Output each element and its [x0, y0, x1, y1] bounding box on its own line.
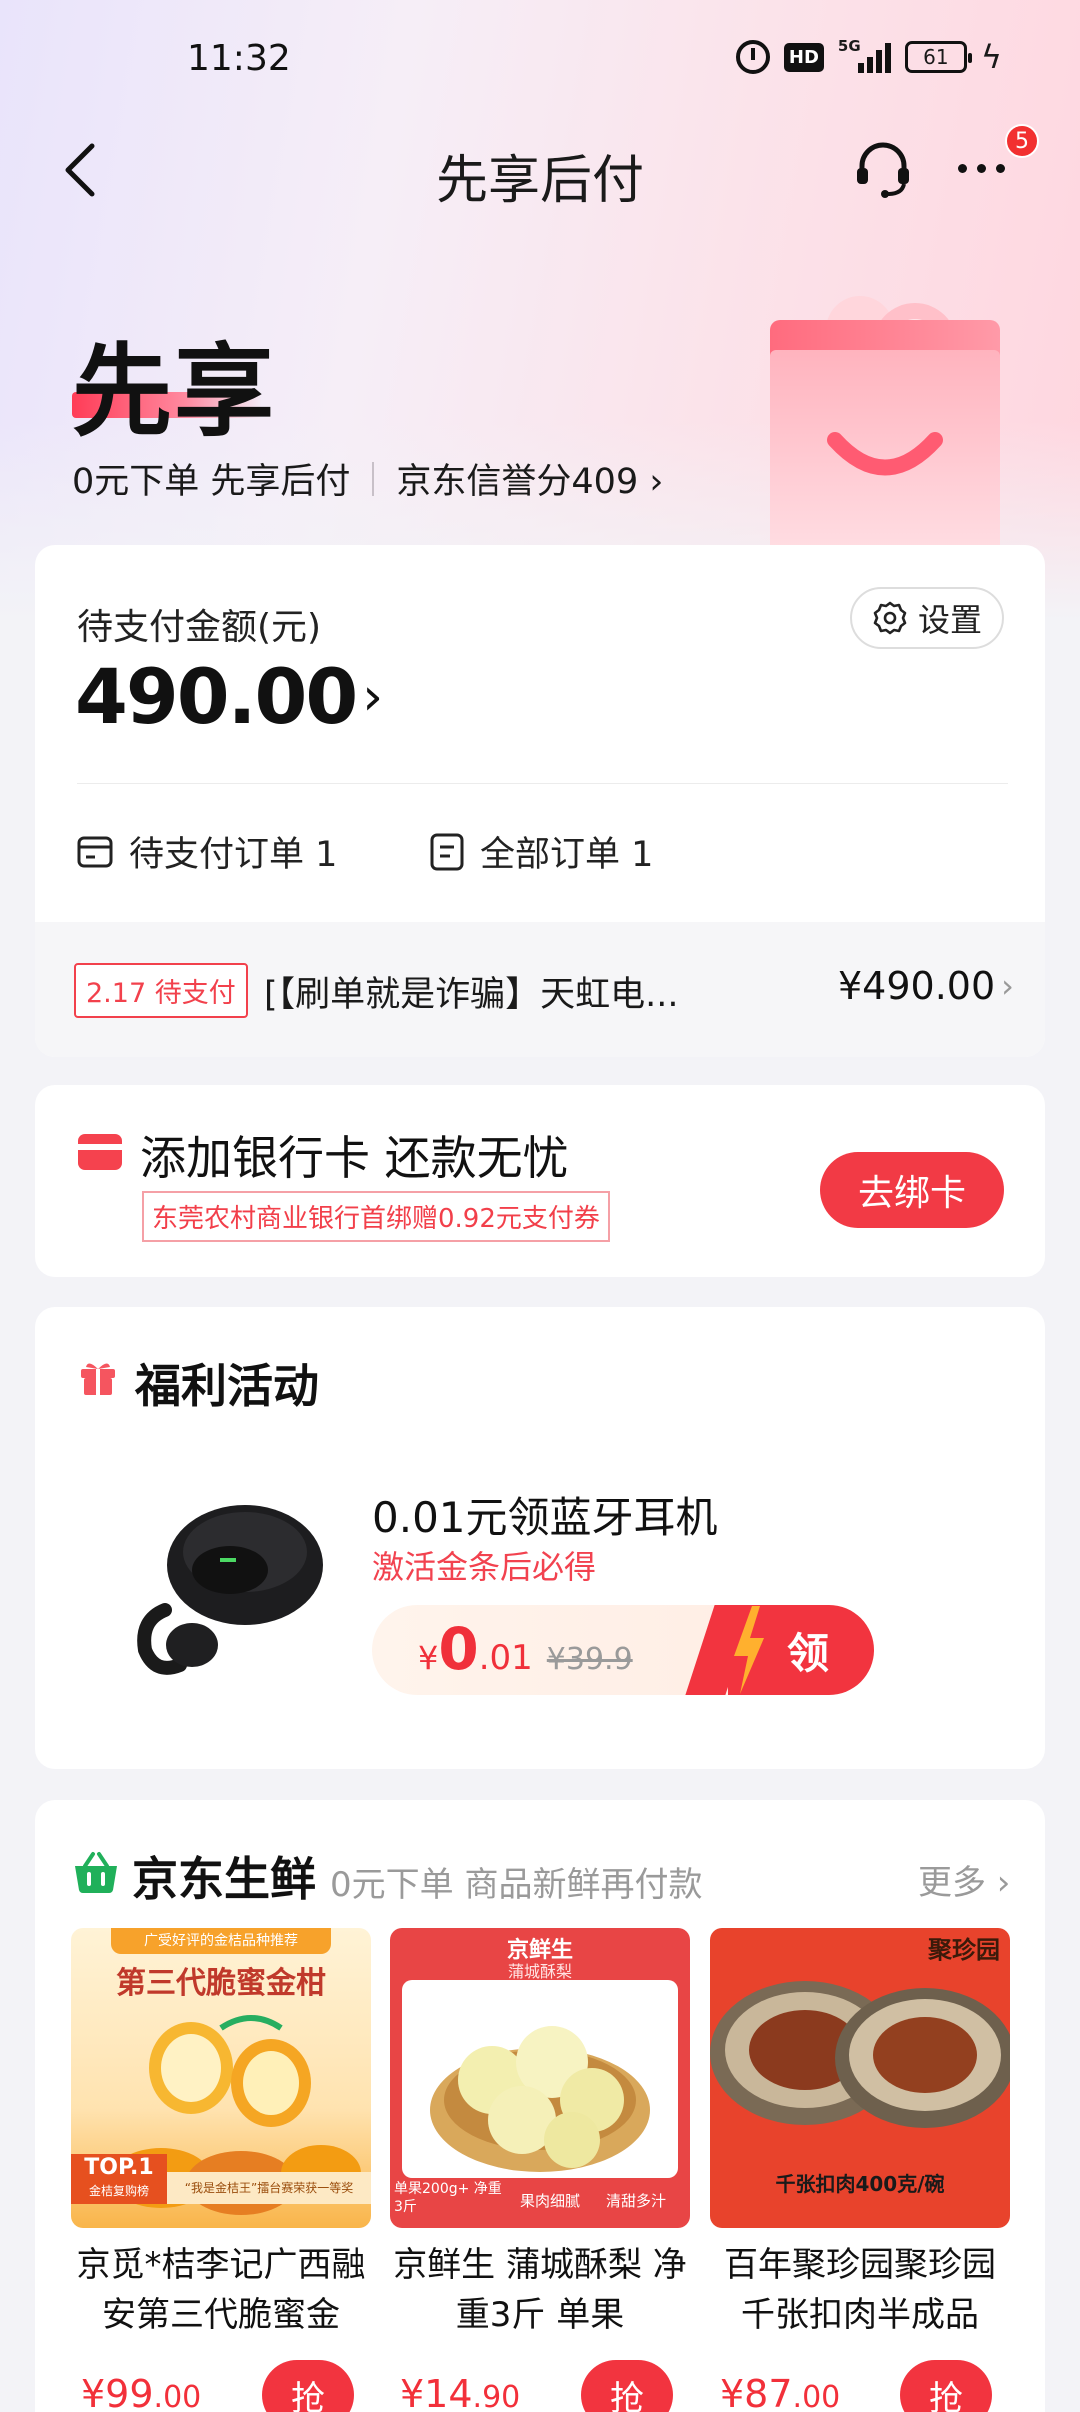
product-name: 京觅*桔李记广西融安第三代脆蜜金桔... [76, 2245, 366, 2335]
bank-title: 添加银行卡 还款无忧 [140, 1131, 569, 1185]
status-time: 11:32 [187, 38, 291, 79]
image-tag: 果肉细腻 [520, 2192, 581, 2210]
product-price: ¥14.90 [400, 2372, 521, 2412]
divider [372, 461, 375, 496]
bank-card-icon [78, 1134, 122, 1170]
lightning-icon [734, 1606, 764, 1694]
pending-amount-label: 待支付金额(元) [77, 607, 322, 648]
product-price: ¥87.00 [720, 2372, 841, 2412]
product-card[interactable]: 京鲜生 蒲城酥梨 单果200g+ 净重3斤 果肉细腻 清甜多汁 京鲜生 蒲城酥梨… [390, 1928, 690, 2340]
signal-icon: 5G [838, 37, 891, 73]
welfare-item-name[interactable]: 0.01元领蓝牙耳机 [372, 1484, 718, 1545]
settings-label: 设置 [917, 601, 982, 639]
welfare-price-int: 0 [438, 1615, 479, 1683]
pending-amount-value: 490.00 [75, 652, 358, 741]
buy-button[interactable]: 抢 [900, 2360, 992, 2412]
gift-icon [81, 1363, 115, 1395]
earbuds-product-image[interactable] [120, 1470, 335, 1695]
network-label: 5G [837, 37, 861, 55]
image-title: 蒲城酥梨 [507, 1962, 572, 1981]
chevron-right-icon: › [362, 666, 383, 727]
credit-score-link[interactable]: 京东信誉分409 › [396, 453, 663, 504]
product-card[interactable]: 广受好评的金桔品种推荐 第三代脆蜜金柑 TOP.1 金桔复购榜 “我是金桔王”擂… [71, 1928, 371, 2340]
product-name: 京鲜生 蒲城酥梨 净重3斤 单果200g+... [393, 2245, 687, 2335]
welfare-original-price: ¥39.9 [546, 1642, 633, 1677]
pear-illustration [430, 2026, 650, 2172]
welfare-price-dec: .01 [478, 1638, 533, 1678]
pending-amount[interactable]: 490.00 › [75, 652, 383, 741]
bind-card-button[interactable]: 去绑卡 [820, 1152, 1004, 1228]
product-image-pork[interactable]: 聚珍园 千张扣肉400克/碗 [710, 1928, 1010, 2228]
product-price: ¥99.00 [81, 2372, 202, 2412]
charging-icon: ϟ [980, 38, 1002, 76]
bank-coupon-tag: 东莞农村商业银行首绑赠0.92元支付券 [142, 1191, 610, 1242]
image-tag: 单果200g+ 净重3斤 [394, 2181, 502, 2215]
order-price: ¥490.00 › [838, 964, 1014, 1008]
welfare-item-desc: 激活金条后必得 [372, 1548, 597, 1586]
page-title: 先享后付 [435, 151, 644, 211]
image-caption: 千张扣肉400克/碗 [775, 2172, 945, 2196]
customer-service-icon[interactable] [852, 138, 914, 200]
alarm-icon [735, 40, 770, 74]
pending-orders-label: 待支付订单 1 [129, 835, 338, 875]
battery-icon: 61 [904, 41, 972, 73]
pork-bowl-illustration [710, 1981, 1010, 2128]
product-image-pear[interactable]: 京鲜生 蒲城酥梨 单果200g+ 净重3斤 果肉细腻 清甜多汁 [390, 1928, 690, 2228]
fresh-subtitle: 0元下单 商品新鲜再付款 [330, 1865, 703, 1905]
hero-title: 先享 [72, 333, 276, 450]
settings-button[interactable]: 设置 [850, 587, 1004, 649]
image-banner: 广受好评的金桔品种推荐 [111, 1928, 331, 1954]
document-icon [430, 833, 464, 870]
order-status-tag: 2.17 待支付 [74, 963, 248, 1018]
welfare-title: 福利活动 [135, 1359, 319, 1413]
shopping-bag-illustration [770, 296, 1000, 570]
divider [77, 783, 1008, 784]
buy-button[interactable]: 抢 [581, 2360, 673, 2412]
message-badge: 5 [1005, 124, 1039, 158]
status-icons: HD 5G 61 ϟ [735, 37, 1002, 76]
hero-subtitle: 0元下单 先享后付 [72, 462, 351, 502]
hd-icon: HD [783, 42, 824, 72]
hero-subtitle-row: 0元下单 先享后付 京东信誉分409 › [72, 453, 663, 504]
fresh-title: 京东生鲜 [132, 1852, 316, 1906]
basket-icon [75, 1852, 117, 1893]
more-link[interactable]: 更多 › [918, 1855, 1010, 1904]
order-title: [【刷单就是诈骗】天虹电... [264, 975, 679, 1015]
card-icon [77, 836, 113, 867]
top-badge: TOP.1 金桔复购榜 [71, 2154, 167, 2204]
pending-orders-link[interactable]: 待支付订单 1 [77, 826, 337, 877]
image-tag: 清甜多汁 [606, 2192, 667, 2210]
buy-button[interactable]: 抢 [262, 2360, 354, 2412]
order-price-value: ¥490.00 [838, 964, 996, 1008]
product-card[interactable]: 聚珍园 千张扣肉400克/碗 百年聚珍园聚珍园千张扣肉半成品菜... [710, 1928, 1010, 2340]
more-icon[interactable] [958, 150, 1005, 173]
gear-icon [873, 601, 907, 635]
product-image-kumquat[interactable]: 广受好评的金桔品种推荐 第三代脆蜜金柑 TOP.1 金桔复购榜 “我是金桔王”擂… [71, 1928, 371, 2228]
chevron-right-icon: › [1001, 967, 1014, 1005]
image-footer: “我是金桔王”擂台赛荣获一等奖 [167, 2172, 371, 2204]
welfare-price: ¥ 0 .01 ¥39.9 [418, 1615, 633, 1683]
product-name: 百年聚珍园聚珍园千张扣肉半成品菜... [724, 2245, 996, 2335]
all-orders-link[interactable]: 全部订单 1 [430, 826, 653, 877]
all-orders-label: 全部订单 1 [480, 835, 654, 875]
currency-symbol: ¥ [418, 1639, 439, 1677]
